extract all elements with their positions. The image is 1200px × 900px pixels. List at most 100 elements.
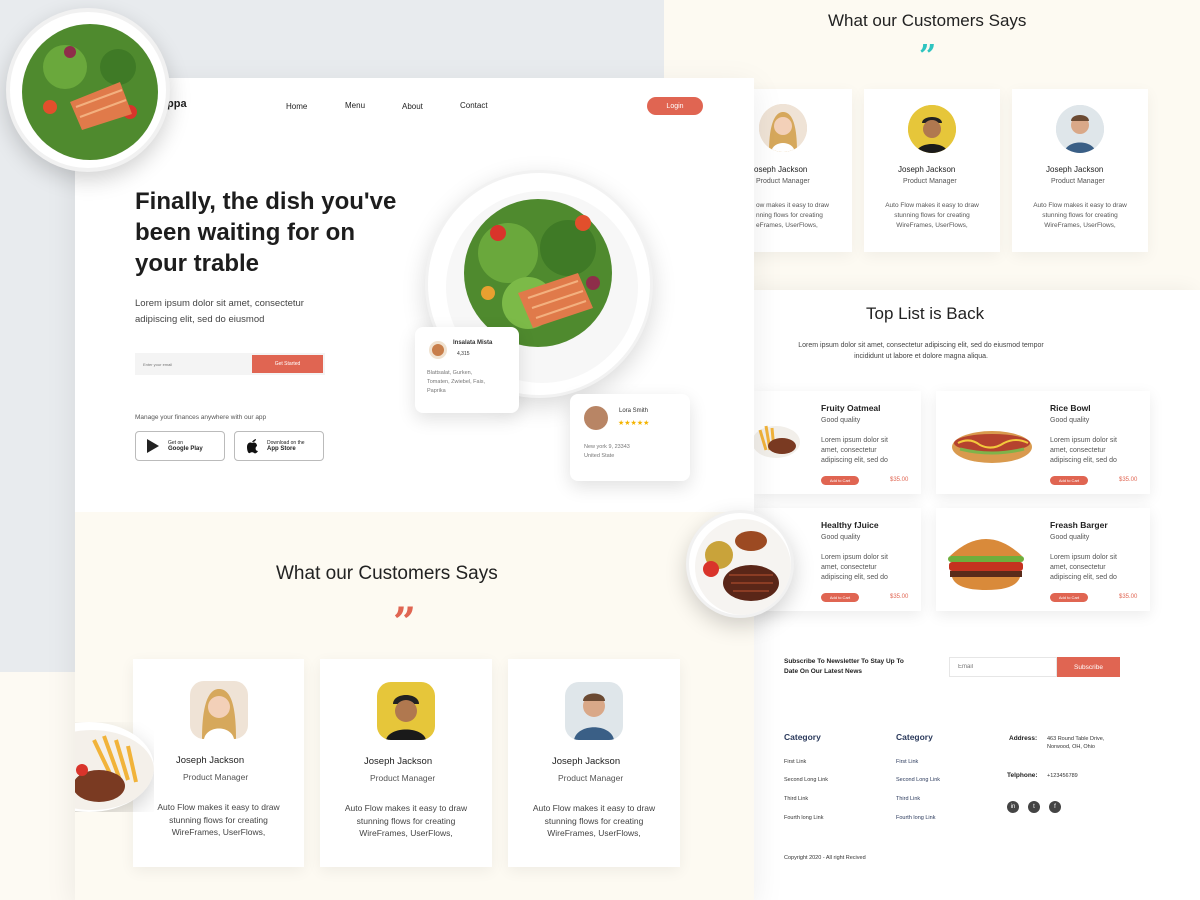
- man-cap-avatar-icon: [377, 682, 435, 740]
- testimonials-title: What our Customers Says: [276, 563, 498, 584]
- testimonial-name: oseph Jackson: [754, 165, 808, 174]
- testimonial-card: Joseph Jackson Product Manager Auto Flow…: [508, 659, 680, 867]
- menu-item-description: Lorem ipsum dolor sit amet, consectetur …: [821, 437, 888, 464]
- menu-card[interactable]: Freash Barger Good quality Lorem ipsum d…: [936, 508, 1150, 611]
- menu-item-description: Lorem ipsum dolor sit amet, consectetur …: [1050, 437, 1117, 464]
- avatar: [908, 105, 956, 153]
- dish-info-card: Insalata Mista 4,315 Blattsalat, Gurken,…: [415, 327, 519, 413]
- nav-contact[interactable]: Contact: [460, 101, 488, 110]
- menu-item-description: Lorem ipsum dolor sit amet, consectetur …: [821, 554, 888, 581]
- add-to-cart-button[interactable]: Add to Cart: [1050, 593, 1088, 602]
- menu-item-name: Fruity Oatmeal: [821, 403, 881, 413]
- testimonial-role: Product Manager: [903, 178, 957, 185]
- avatar: [190, 681, 248, 739]
- fries-plate-image: [75, 722, 154, 812]
- testimonial-text: Auto Flow makes it easy to draw stunning…: [885, 202, 979, 229]
- testimonial-role: Product Manager: [370, 773, 436, 783]
- testimonial-text: Auto Flow makes it easy to draw stunning…: [157, 802, 280, 837]
- address-label: Address:: [1009, 735, 1038, 742]
- top-list-title: Top List is Back: [866, 304, 985, 323]
- hero-subtitle: Lorem ipsum dolor sit amet, consectetur …: [135, 298, 304, 325]
- menu-item-price: $35.00: [890, 477, 909, 483]
- add-to-cart-button[interactable]: Add to Cart: [1050, 476, 1088, 485]
- dish-count: 4,315: [457, 351, 470, 357]
- testimonial-card: Joseph Jackson Product Manager Auto Flow…: [320, 659, 492, 867]
- newsletter-text: Subscribe To Newsletter To Stay Up To Da…: [784, 658, 904, 675]
- reviewer-address: New york 9, 23343: [584, 444, 630, 450]
- menu-item-quality: Good quality: [821, 534, 861, 541]
- footer-link[interactable]: First Link: [896, 759, 918, 765]
- nav-about[interactable]: About: [402, 102, 423, 111]
- dish-name: Insalata Mista: [453, 340, 493, 346]
- get-started-button[interactable]: Get Started: [252, 355, 323, 373]
- testimonial-role: Product Manager: [1051, 178, 1105, 185]
- twitter-icon[interactable]: t: [1028, 801, 1040, 813]
- app-store-button[interactable]: Download on the App Store: [234, 431, 324, 461]
- google-play-icon: [147, 439, 159, 453]
- testimonial-text: Auto Flow makes it easy to draw stunning…: [532, 803, 656, 838]
- menu-item-name: Freash Barger: [1050, 520, 1108, 530]
- testimonial-role: Product Manager: [756, 178, 810, 185]
- footer-link[interactable]: Third Link: [896, 796, 920, 802]
- nav-menu[interactable]: Menu: [345, 101, 365, 110]
- footer-category-title: Category: [784, 732, 821, 742]
- menu-item-price: $35.00: [1119, 477, 1138, 483]
- quote-icon: ”: [393, 599, 417, 646]
- quote-icon: ”: [919, 39, 937, 74]
- rating-stars: ★★★★★: [618, 420, 650, 427]
- menu-item-price: $35.00: [890, 594, 909, 600]
- google-play-label: Google Play: [168, 446, 203, 452]
- avatar: [565, 682, 623, 740]
- dish-thumbnail: [429, 341, 447, 359]
- footer-section: [754, 700, 1200, 900]
- steak-plate-image: [686, 510, 794, 618]
- footer-link[interactable]: Fourth long Link: [896, 815, 935, 821]
- subscribe-button[interactable]: Subscribe: [1057, 657, 1120, 677]
- linkedin-icon[interactable]: in: [1007, 801, 1019, 813]
- add-to-cart-button[interactable]: Add to Cart: [821, 476, 859, 485]
- footer-link[interactable]: Fourth long Link: [784, 815, 823, 821]
- testimonial-name: Joseph Jackson: [364, 756, 433, 767]
- testimonial-card: Joseph Jackson Product Manager Auto Flow…: [133, 659, 304, 867]
- footer-link[interactable]: Third Link: [784, 796, 808, 802]
- avatar: [377, 682, 435, 740]
- reviewer-country: United State: [584, 453, 615, 459]
- review-card: Lora Smith ★★★★★ New york 9, 23343 Unite…: [570, 394, 690, 481]
- menu-item-name: Healthy fJuice: [821, 520, 879, 530]
- footer-category-title: Category: [896, 732, 933, 742]
- hotdog-icon: [952, 431, 1032, 463]
- salad-plate-corner-image: [6, 8, 170, 172]
- login-button[interactable]: Login: [647, 97, 703, 115]
- right-testimonial-card: Joseph Jackson Product Manager Auto Flow…: [1012, 89, 1148, 252]
- app-store-label: App Store: [267, 446, 296, 452]
- main-landing-card: ppa Home Menu About Contact Login Finall…: [75, 78, 754, 900]
- address-value: 463 Round Table Drive, Norwood, OH, Ohio: [1047, 736, 1105, 750]
- testimonial-name: Joseph Jackson: [552, 756, 621, 767]
- menu-item-description: Lorem ipsum dolor sit amet, consectetur …: [1050, 554, 1117, 581]
- footer-link[interactable]: First Link: [784, 759, 806, 765]
- google-play-button[interactable]: Get on Google Play: [135, 431, 225, 461]
- reviewer-name: Lora Smith: [619, 408, 649, 414]
- testimonial-name: Joseph Jackson: [176, 755, 245, 766]
- email-input[interactable]: [135, 353, 250, 375]
- testimonial-name: Joseph Jackson: [898, 165, 956, 174]
- fries-dish-icon: [754, 425, 800, 458]
- menu-card[interactable]: Fruity Oatmeal Good quality Lorem ipsum …: [754, 391, 921, 494]
- footer-link[interactable]: Second Long Link: [784, 777, 828, 783]
- testimonial-role: Product Manager: [183, 772, 249, 782]
- add-to-cart-button[interactable]: Add to Cart: [821, 593, 859, 602]
- footer-link[interactable]: Second Long Link: [896, 777, 940, 783]
- brand-logo[interactable]: ppa: [167, 98, 187, 110]
- apple-icon: [247, 439, 258, 454]
- man-cap-avatar-icon: [908, 105, 956, 153]
- avatar: [584, 406, 608, 430]
- fries-icon: [75, 730, 154, 810]
- woman-avatar-icon: [759, 104, 807, 152]
- nav-home[interactable]: Home: [286, 102, 307, 111]
- menu-card[interactable]: Rice Bowl Good quality Lorem ipsum dolor…: [936, 391, 1150, 494]
- phone-value: +123456789: [1047, 773, 1078, 779]
- top-list-subtitle: Lorem ipsum dolor sit amet, consectetur …: [798, 342, 1044, 360]
- newsletter-email-input[interactable]: [949, 657, 1057, 677]
- hero-title: Finally, the dish you've been waiting fo…: [135, 188, 397, 277]
- facebook-icon[interactable]: f: [1049, 801, 1061, 813]
